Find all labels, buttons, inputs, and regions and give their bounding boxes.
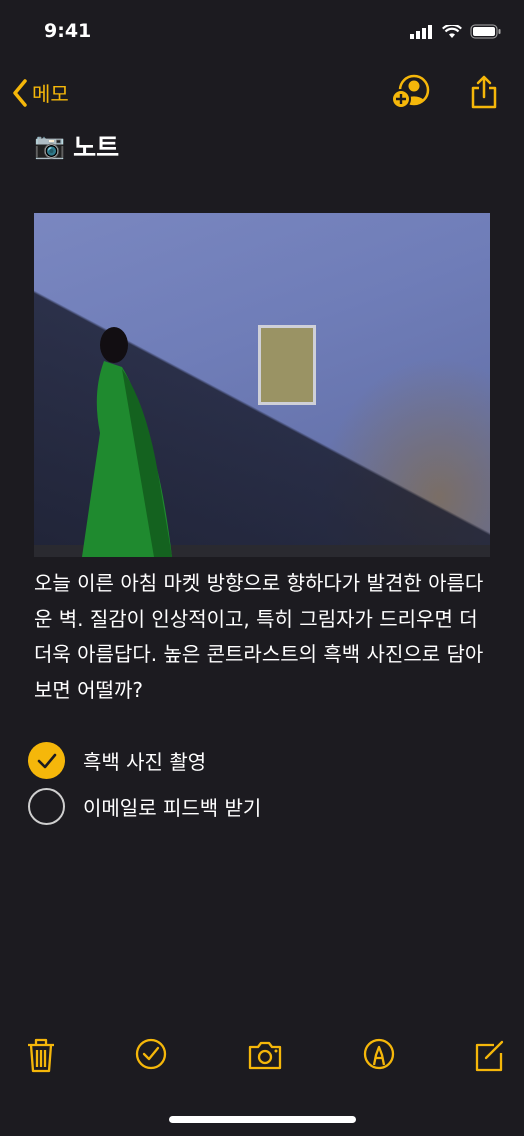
status-icons	[410, 24, 502, 39]
trash-icon[interactable]	[26, 1036, 56, 1074]
note-body[interactable]: 오늘 이른 아침 마켓 방향으로 향하다가 발견한 아름다운 벽. 질감이 인상…	[34, 566, 494, 708]
share-icon[interactable]	[470, 74, 498, 110]
note-photo[interactable]	[34, 213, 490, 557]
checklist-icon[interactable]	[135, 1038, 167, 1070]
cellular-signal-icon	[410, 24, 432, 39]
note-title[interactable]: 📷 노트	[34, 128, 119, 164]
battery-icon	[470, 24, 501, 39]
chevron-left-icon	[13, 78, 27, 107]
status-time: 9:41	[44, 20, 92, 42]
checklist-label: 흑백 사진 촬영	[83, 750, 207, 774]
checklist-item: 흑백 사진 촬영	[28, 742, 206, 779]
back-label: 메모	[32, 82, 69, 106]
back-button[interactable]: 메모	[12, 78, 69, 107]
checklist-label: 이메일로 피드백 받기	[83, 796, 262, 820]
camera-icon[interactable]	[246, 1040, 284, 1070]
add-person-icon[interactable]	[390, 74, 432, 110]
compose-icon[interactable]	[474, 1038, 506, 1072]
bottom-toolbar	[0, 1036, 524, 1080]
checklist-item: 이메일로 피드백 받기	[28, 788, 261, 825]
note-title-text: 노트	[73, 133, 120, 162]
camera-emoji-icon: 📷	[34, 131, 66, 160]
home-indicator[interactable]	[169, 1116, 356, 1123]
checkmark-icon	[37, 753, 56, 768]
markup-pen-icon[interactable]	[363, 1038, 395, 1070]
checkbox-checked[interactable]	[28, 742, 65, 779]
wifi-icon	[442, 24, 462, 38]
checkbox-unchecked[interactable]	[28, 788, 65, 825]
